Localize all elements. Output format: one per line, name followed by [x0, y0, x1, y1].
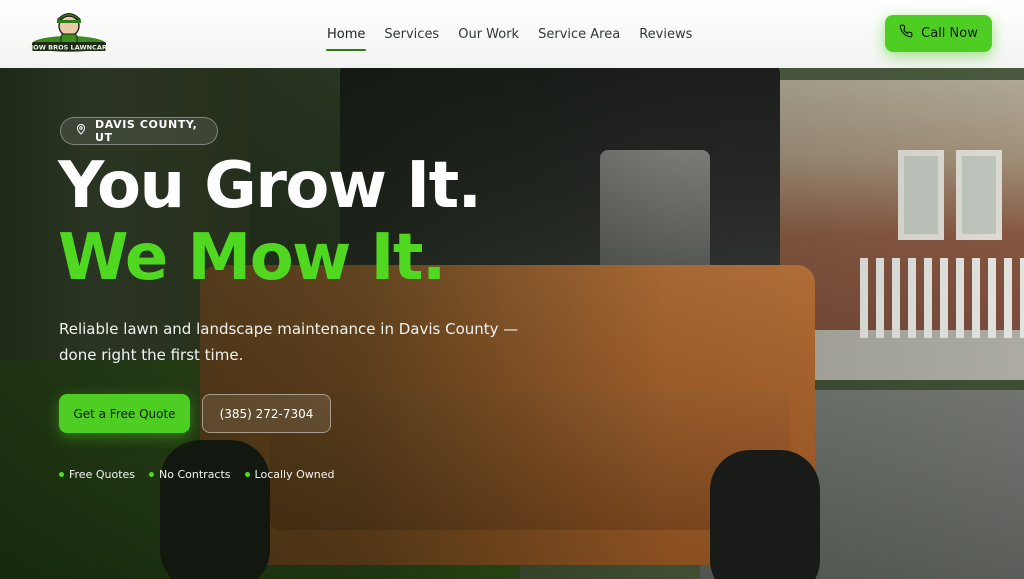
free-quote-label: Get a Free Quote	[73, 406, 176, 421]
call-now-label: Call Now	[921, 26, 978, 41]
bullet-dot-icon	[59, 472, 64, 477]
hero-headline: You Grow It. We Mow It.	[58, 149, 482, 295]
feature-item: Locally Owned	[244, 468, 335, 481]
nav-link-services[interactable]: Services	[383, 21, 440, 48]
feature-item: Free Quotes	[59, 468, 135, 481]
feature-label: Free Quotes	[69, 468, 136, 481]
free-quote-button[interactable]: Get a Free Quote	[59, 394, 190, 433]
main-nav: Home Services Our Work Service Area Revi…	[326, 0, 693, 68]
bullet-dot-icon	[244, 472, 250, 477]
phone-icon	[899, 24, 913, 43]
feature-item: No Contracts	[149, 468, 231, 481]
hero-headline-line2: We Mow It.	[58, 221, 446, 295]
map-pin-icon	[75, 122, 87, 140]
nav-link-our-work[interactable]: Our Work	[457, 21, 520, 48]
feature-label: No Contracts	[159, 468, 231, 481]
nav-link-reviews[interactable]: Reviews	[638, 21, 693, 48]
location-badge: DAVIS COUNTY, UT	[60, 117, 218, 145]
feature-list: Free Quotes No Contracts Locally Owned	[59, 468, 334, 481]
phone-number-label: (385) 272-7304	[219, 406, 314, 421]
bullet-dot-icon	[149, 472, 155, 477]
call-now-button[interactable]: Call Now	[885, 15, 992, 52]
feature-label: Locally Owned	[254, 468, 335, 481]
phone-number-button[interactable]: (385) 272-7304	[202, 394, 331, 433]
svg-text:MOW BROS LAWNCARE: MOW BROS LAWNCARE	[28, 44, 110, 52]
location-badge-text: DAVIS COUNTY, UT	[95, 118, 198, 144]
site-header: MOW BROS LAWNCARE Home Services Our Work…	[0, 0, 1024, 68]
nav-link-home[interactable]: Home	[326, 21, 367, 51]
brand-logo[interactable]: MOW BROS LAWNCARE	[27, 10, 111, 56]
hero-headline-line1: You Grow It.	[58, 149, 482, 223]
hero-lead: Reliable lawn and landscape maintenance …	[59, 320, 519, 364]
nav-link-service-area[interactable]: Service Area	[537, 21, 621, 48]
